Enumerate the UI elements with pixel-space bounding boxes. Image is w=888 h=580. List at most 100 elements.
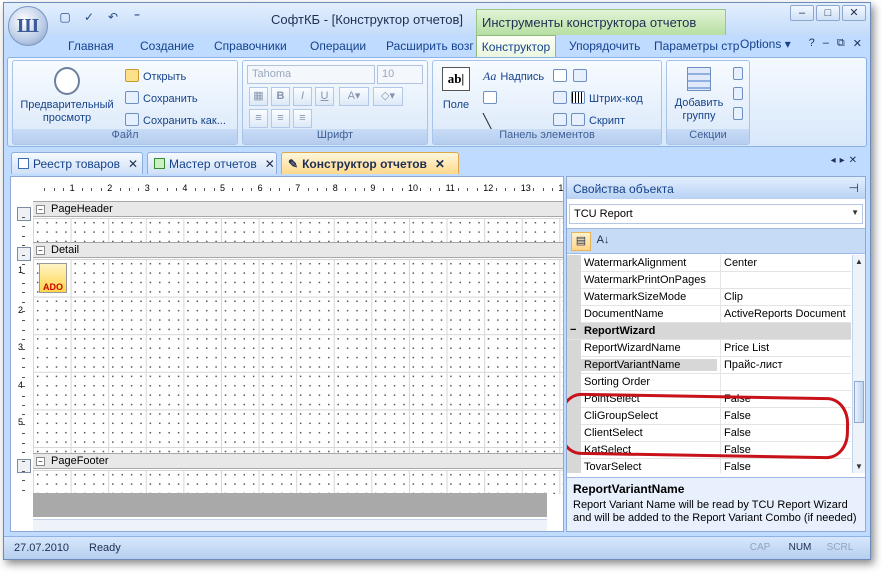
- align-right-icon[interactable]: ≡: [293, 109, 312, 128]
- registry-icon: [18, 158, 29, 169]
- tab-home[interactable]: Главная: [68, 39, 114, 57]
- property-value[interactable]: ActiveReports Document: [720, 306, 851, 323]
- tab-create[interactable]: Создание: [140, 39, 194, 57]
- band-resize-handle[interactable]: [17, 207, 31, 221]
- maximize-button[interactable]: □: [816, 5, 840, 21]
- checkbox-tool-button[interactable]: [483, 91, 501, 105]
- app-orb-button[interactable]: Ш: [8, 6, 48, 46]
- band-page-footer[interactable]: − PageFooter: [33, 453, 563, 469]
- property-scrollbar[interactable]: ▲ ▼: [852, 255, 865, 473]
- border-icon[interactable]: ▦: [249, 87, 268, 106]
- property-value[interactable]: Price List: [720, 340, 851, 357]
- subreport-tool-button[interactable]: [573, 69, 591, 83]
- horizontal-scrollbar[interactable]: [33, 519, 547, 531]
- line-tool-icon[interactable]: ╲: [483, 113, 491, 130]
- tab-operations[interactable]: Операции: [310, 39, 366, 57]
- tab-designer[interactable]: Конструктор: [476, 35, 556, 58]
- field-button[interactable]: ab| Поле: [439, 67, 473, 112]
- tab-arrange[interactable]: Упорядочить: [569, 39, 640, 57]
- section-icon-1[interactable]: [733, 67, 747, 81]
- fill-color-icon[interactable]: ◇▾: [373, 87, 403, 106]
- property-row[interactable]: TovarSelect False: [567, 459, 851, 473]
- band-page-header[interactable]: − PageHeader: [33, 201, 563, 217]
- add-group-icon: [687, 67, 711, 91]
- property-row[interactable]: DocumentName ActiveReports Document: [567, 306, 851, 323]
- property-value[interactable]: [720, 272, 851, 289]
- pin-icon[interactable]: ⊣: [849, 181, 859, 195]
- mdi-close-icon[interactable]: ✕: [853, 37, 862, 50]
- property-row[interactable]: WatermarkAlignment Center: [567, 255, 851, 272]
- property-value[interactable]: False: [720, 459, 851, 473]
- tab-directories[interactable]: Справочники: [214, 39, 287, 57]
- property-value[interactable]: [720, 374, 851, 391]
- close-tab-icon[interactable]: ✕: [265, 157, 275, 171]
- vruler-tick: [22, 489, 25, 491]
- page-header-grid[interactable]: [33, 218, 563, 242]
- collapse-icon[interactable]: −: [36, 246, 45, 255]
- report-designer-surface[interactable]: 1 2 3 4 5 6 7 8 9 10 11 12 13 1 12345 − PageHeader − De…: [10, 176, 564, 532]
- collapse-icon[interactable]: −: [36, 205, 45, 214]
- font-color-icon[interactable]: A▾: [339, 87, 369, 106]
- property-category[interactable]: ReportWizard −: [567, 323, 851, 340]
- minimize-button[interactable]: –: [790, 5, 814, 21]
- label-tool-button[interactable]: Aa Надпись: [483, 69, 544, 84]
- scroll-thumb[interactable]: [854, 381, 864, 423]
- property-value[interactable]: Clip: [720, 289, 851, 306]
- rectangle-tool-button[interactable]: [553, 69, 571, 83]
- section-icon-2[interactable]: [733, 87, 747, 101]
- options-menu[interactable]: Options ▾: [740, 37, 791, 51]
- new-icon[interactable]: ▢: [56, 9, 74, 25]
- collapse-icon[interactable]: −: [36, 457, 45, 466]
- help-icon[interactable]: ?: [809, 37, 815, 50]
- close-tab-icon[interactable]: ✕: [435, 157, 445, 171]
- page-footer-grid[interactable]: [33, 470, 563, 494]
- underline-button[interactable]: U: [315, 87, 334, 106]
- save-button[interactable]: Сохранить: [125, 91, 198, 105]
- object-selector-combo[interactable]: TCU Report ▼: [569, 204, 863, 224]
- check-icon[interactable]: ✓: [80, 9, 98, 25]
- align-left-icon[interactable]: ≡: [249, 109, 268, 128]
- property-row[interactable]: ReportVariantName Прайс-лист: [567, 357, 851, 374]
- vruler-tick: [22, 358, 25, 359]
- section-icon-3[interactable]: [733, 107, 747, 121]
- sort-az-icon[interactable]: A↓: [593, 232, 613, 251]
- mdi-restore-icon[interactable]: ⧉: [837, 37, 845, 50]
- italic-button[interactable]: I: [293, 87, 312, 106]
- ado-datasource-icon[interactable]: ADO: [39, 263, 67, 293]
- open-button[interactable]: Открыть: [125, 69, 186, 83]
- preview-button[interactable]: Предварительный просмотр: [17, 67, 117, 125]
- property-row[interactable]: ReportWizardName Price List: [567, 340, 851, 357]
- font-name-combo[interactable]: Tahoma: [247, 65, 375, 84]
- script-button[interactable]: Скрипт: [553, 113, 625, 127]
- scroll-down-icon[interactable]: ▼: [855, 462, 863, 471]
- barcode-button[interactable]: Штрих-код: [553, 91, 643, 105]
- property-value[interactable]: Прайс-лист: [720, 357, 851, 374]
- tab-nav-arrows[interactable]: ◂▸✕: [831, 155, 861, 166]
- align-center-icon[interactable]: ≡: [271, 109, 290, 128]
- undo-icon[interactable]: ↶: [104, 9, 122, 25]
- band-detail[interactable]: − Detail: [33, 242, 563, 258]
- doc-tab-report-designer[interactable]: ✎ Конструктор отчетов ✕: [281, 152, 459, 174]
- ruler-tick: [63, 188, 65, 191]
- detail-grid[interactable]: [33, 259, 563, 453]
- doc-tab-goods-registry[interactable]: Реестр товаров ✕: [11, 152, 143, 174]
- property-row[interactable]: Sorting Order: [567, 374, 851, 391]
- qat-menu-icon[interactable]: ⁼: [128, 9, 146, 25]
- property-row[interactable]: WatermarkSizeMode Clip: [567, 289, 851, 306]
- tab-extend[interactable]: Расширить возг: [386, 39, 474, 57]
- context-tab-title: Инструменты конструктора отчетов: [476, 9, 726, 35]
- scroll-up-icon[interactable]: ▲: [855, 257, 863, 266]
- font-size-combo[interactable]: 10: [377, 65, 423, 84]
- bold-button[interactable]: B: [271, 87, 290, 106]
- collapse-icon[interactable]: −: [570, 324, 576, 336]
- categorized-icon[interactable]: ▤: [571, 232, 591, 251]
- doc-tab-report-wizard[interactable]: Мастер отчетов ✕: [147, 152, 277, 174]
- mdi-minimize-icon[interactable]: –: [823, 37, 829, 50]
- close-tab-icon[interactable]: ✕: [128, 157, 138, 171]
- property-value[interactable]: Center: [720, 255, 851, 272]
- add-group-button[interactable]: Добавить группу: [669, 67, 729, 123]
- tab-page-setup[interactable]: Параметры стр: [654, 39, 739, 57]
- close-window-button[interactable]: ✕: [842, 5, 866, 21]
- save-as-button[interactable]: Сохранить как...: [125, 113, 226, 127]
- property-row[interactable]: WatermarkPrintOnPages: [567, 272, 851, 289]
